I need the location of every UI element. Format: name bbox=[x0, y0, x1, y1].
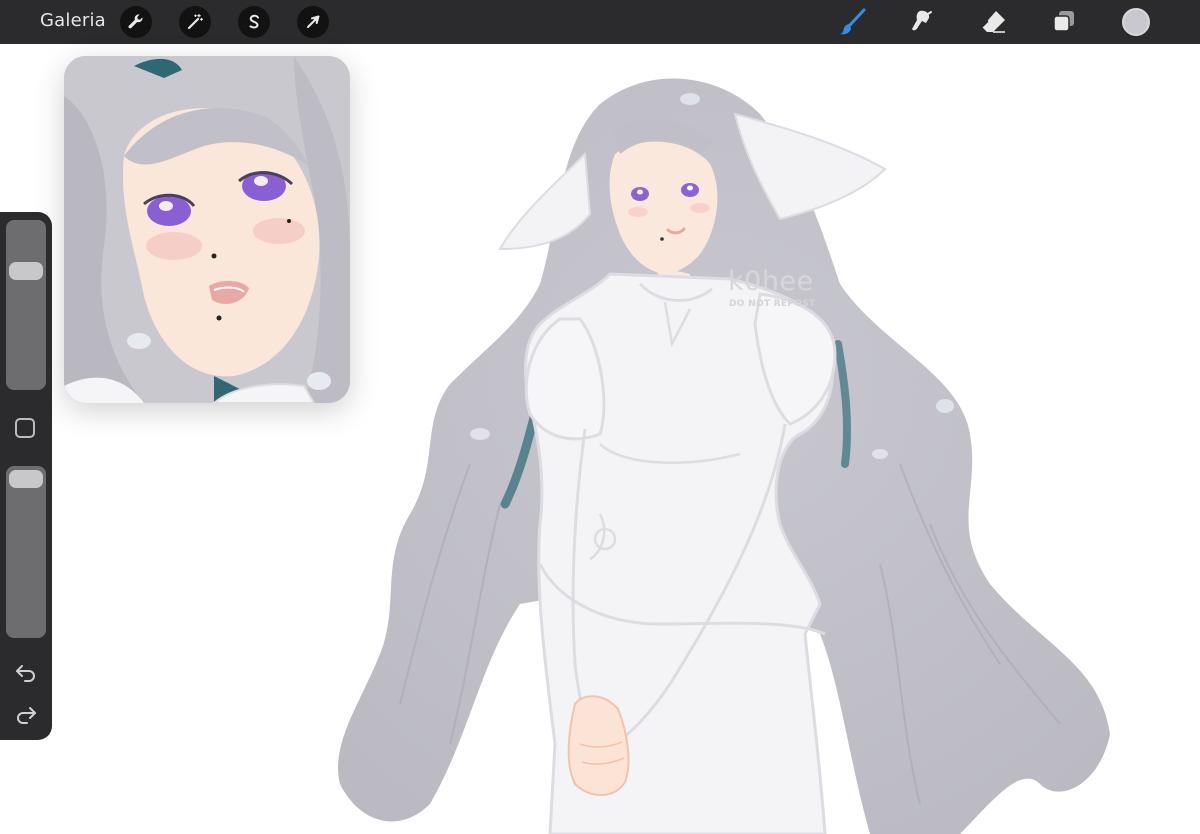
brush-size-handle[interactable] bbox=[9, 262, 43, 280]
reference-window[interactable] bbox=[64, 56, 350, 403]
hands bbox=[567, 695, 630, 796]
left-sidebar bbox=[0, 212, 52, 740]
brush-icon[interactable] bbox=[836, 5, 870, 39]
magic-wand-icon[interactable] bbox=[179, 6, 211, 38]
smudge-icon[interactable] bbox=[906, 5, 940, 39]
selection-s-icon[interactable] bbox=[238, 6, 270, 38]
gallery-button[interactable]: Galeria bbox=[40, 10, 106, 31]
layers-icon[interactable] bbox=[1048, 5, 1082, 39]
watermark-signature: k0hee bbox=[728, 266, 814, 297]
opacity-handle[interactable] bbox=[9, 470, 43, 488]
reference-zoom-image bbox=[64, 56, 350, 403]
opacity-slider[interactable] bbox=[6, 466, 46, 638]
watermark-notice: DO NOT REPOST bbox=[729, 299, 816, 309]
eraser-icon[interactable] bbox=[977, 5, 1011, 39]
undo-arrow-icon[interactable] bbox=[12, 660, 40, 684]
arrow-cursor-icon[interactable] bbox=[297, 6, 329, 38]
top-toolbar: Galeria bbox=[0, 0, 1200, 44]
wrench-icon[interactable] bbox=[120, 6, 152, 38]
color-swatch-button[interactable] bbox=[1122, 8, 1150, 36]
redo-arrow-icon[interactable] bbox=[12, 702, 40, 726]
brush-size-slider[interactable] bbox=[6, 220, 46, 390]
square-modify-icon[interactable] bbox=[15, 418, 35, 438]
